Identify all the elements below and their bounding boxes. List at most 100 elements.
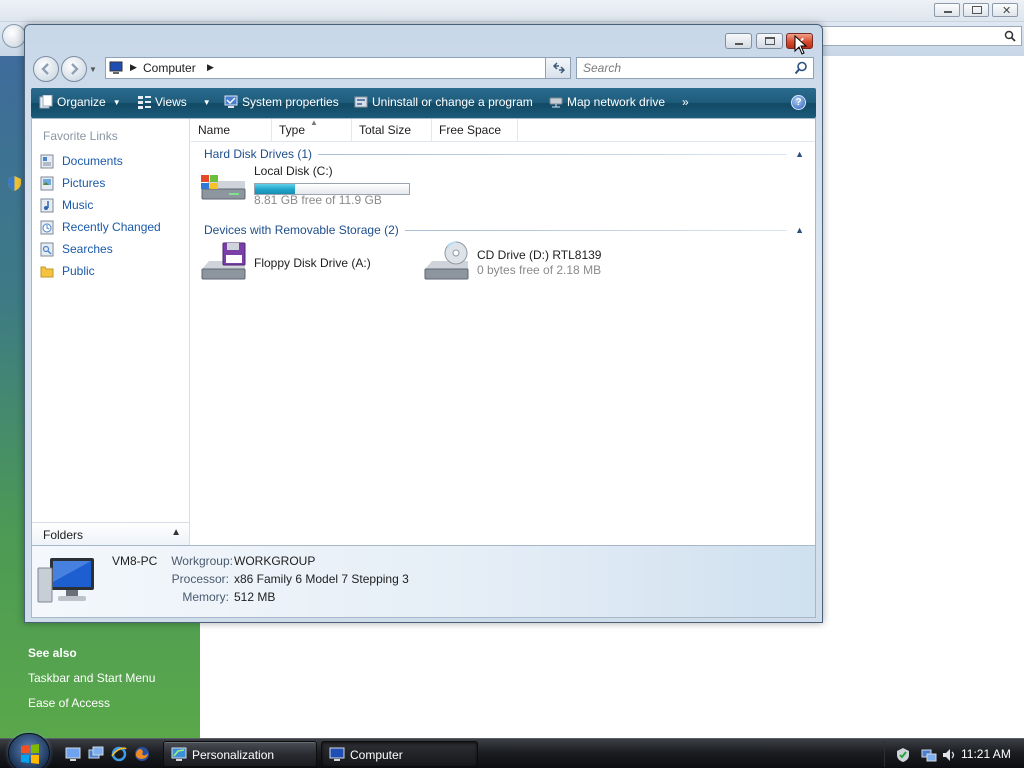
background-close-button[interactable]: ✕ xyxy=(992,3,1018,17)
favorite-link-label: Pictures xyxy=(62,176,106,190)
pictures-icon xyxy=(40,176,54,190)
recent-pages-dropdown[interactable]: ▼ xyxy=(89,65,97,74)
hard-drive-icon xyxy=(199,163,249,205)
taskbar-start-menu-link[interactable]: Taskbar and Start Menu xyxy=(28,671,155,685)
background-minimize-button[interactable] xyxy=(934,3,960,17)
drive-name: Floppy Disk Drive (A:) xyxy=(254,256,371,270)
minimize-icon xyxy=(735,43,743,45)
maximize-button[interactable] xyxy=(756,33,783,49)
drive-item-floppy[interactable]: Floppy Disk Drive (A:) xyxy=(199,241,399,287)
more-commands-button[interactable]: » xyxy=(682,95,689,109)
drive-name: Local Disk (C:) xyxy=(254,164,333,178)
show-desktop-icon[interactable] xyxy=(65,746,81,762)
group-header-hard-disk-drives[interactable]: Hard Disk Drives (1) ▲ xyxy=(204,146,804,162)
address-bar[interactable]: ▶ Computer ▶ ▼ xyxy=(105,57,569,79)
help-icon: ? xyxy=(795,97,802,108)
details-pane: VM8-PC Workgroup: WORKGROUP Processor: x… xyxy=(31,546,816,618)
system-properties-label: System properties xyxy=(242,95,339,109)
cd-drive-icon xyxy=(422,241,472,283)
column-header-label: Type xyxy=(279,123,306,137)
column-header-total-size[interactable]: Total Size xyxy=(352,119,432,142)
maximize-icon xyxy=(765,37,775,45)
processor-value: x86 Family 6 Model 7 Stepping 3 xyxy=(234,572,409,586)
group-divider xyxy=(318,153,788,155)
background-back-button[interactable] xyxy=(2,24,26,48)
computer-window: ✕ ▼ ▶ Computer ▶ ▼ Search Organize▼ View… xyxy=(24,24,823,623)
folder-icon xyxy=(40,266,54,277)
command-toolbar: Organize ▼ Views ▼ System properties Unins… xyxy=(31,88,816,118)
favorite-link-documents[interactable]: Documents xyxy=(38,151,188,171)
arrow-left-icon xyxy=(41,63,49,75)
recently-changed-icon xyxy=(40,220,54,234)
favorite-link-public[interactable]: Public xyxy=(38,261,188,281)
background-maximize-button[interactable] xyxy=(963,3,989,17)
start-button[interactable] xyxy=(8,733,50,768)
clock[interactable]: 11:21 AM xyxy=(961,747,1011,761)
background-titlebar: ✕ xyxy=(0,0,1024,22)
chevron-down-icon: ▼ xyxy=(112,97,121,107)
background-search-box[interactable] xyxy=(820,26,1022,46)
back-button[interactable] xyxy=(33,56,59,82)
favorite-link-label: Music xyxy=(62,198,94,212)
minimize-button[interactable] xyxy=(725,33,752,49)
views-button[interactable]: Views ▼ xyxy=(137,95,211,109)
drive-free-space: 8.81 GB free of 11.9 GB xyxy=(254,193,382,207)
help-button[interactable]: ? xyxy=(791,95,806,110)
system-properties-button[interactable]: System properties xyxy=(224,95,339,109)
refresh-button[interactable] xyxy=(545,57,571,79)
shield-icon xyxy=(8,176,21,191)
search-icon xyxy=(1004,30,1016,42)
group-divider xyxy=(404,229,788,231)
windows-logo-icon xyxy=(21,744,39,764)
favorite-link-searches[interactable]: Searches xyxy=(38,239,188,259)
volume-icon[interactable] xyxy=(941,747,957,763)
group-title: Hard Disk Drives (1) xyxy=(204,147,313,161)
column-header-free-space[interactable]: Free Space xyxy=(432,119,518,142)
organize-label: Organize xyxy=(57,95,106,109)
notification-area: 11:21 AM xyxy=(884,741,1024,767)
sort-ascending-icon: ▲ xyxy=(310,118,318,127)
column-header-name[interactable]: Name xyxy=(191,119,272,142)
favorite-link-label: Recently Changed xyxy=(62,220,161,234)
breadcrumb-chevron-icon[interactable]: ▶ xyxy=(130,62,137,73)
favorite-link-recently-changed[interactable]: Recently Changed xyxy=(38,217,188,237)
drive-item-local-disk[interactable]: Local Disk (C:) 8.81 GB free of 11.9 GB xyxy=(199,163,419,209)
folders-toggle[interactable]: Folders ▲ xyxy=(32,522,189,545)
network-icon[interactable] xyxy=(921,747,937,763)
ease-of-access-link[interactable]: Ease of Access xyxy=(28,696,110,710)
search-box[interactable]: Search xyxy=(576,57,814,79)
group-header-removable-storage[interactable]: Devices with Removable Storage (2) ▲ xyxy=(204,222,804,238)
searches-icon xyxy=(40,242,54,256)
map-network-drive-button[interactable]: Map network drive xyxy=(549,95,665,109)
column-headers: Name Type ▲ Total Size Free Space xyxy=(191,118,815,142)
mouse-cursor-icon xyxy=(794,35,808,55)
content-area: Favorite Links Documents Pictures Music … xyxy=(31,118,816,546)
chevron-up-icon: ▲ xyxy=(795,149,804,159)
organize-button[interactable]: Organize ▼ xyxy=(39,95,121,109)
floppy-drive-icon xyxy=(199,241,249,283)
taskbar-button-computer[interactable]: Computer xyxy=(321,741,478,767)
firefox-icon[interactable] xyxy=(134,746,150,762)
computer-icon xyxy=(109,61,123,74)
favorite-link-pictures[interactable]: Pictures xyxy=(38,173,188,193)
computer-icon xyxy=(329,747,345,761)
drive-item-cd[interactable]: CD Drive (D:) RTL8139 0 bytes free of 2.… xyxy=(422,241,622,287)
uninstall-program-button[interactable]: Uninstall or change a program xyxy=(354,95,533,109)
breadcrumb-location[interactable]: Computer xyxy=(143,61,196,75)
switch-windows-icon[interactable] xyxy=(88,746,104,762)
taskbar-button-personalization[interactable]: Personalization xyxy=(163,741,317,767)
views-label: Views xyxy=(155,95,187,109)
favorite-links-heading: Favorite Links xyxy=(43,129,118,143)
breadcrumb-chevron-icon[interactable]: ▶ xyxy=(207,62,214,73)
forward-button[interactable] xyxy=(61,56,87,82)
internet-explorer-icon[interactable] xyxy=(111,746,127,762)
map-network-drive-label: Map network drive xyxy=(567,95,666,109)
group-title: Devices with Removable Storage (2) xyxy=(204,223,399,237)
favorite-link-music[interactable]: Music xyxy=(38,195,188,215)
chevron-down-icon: ▼ xyxy=(202,97,211,107)
taskbar-button-label: Personalization xyxy=(192,748,275,762)
security-center-icon[interactable] xyxy=(895,747,911,763)
taskbar-button-label: Computer xyxy=(350,748,403,762)
arrow-right-icon xyxy=(71,63,79,75)
search-icon[interactable] xyxy=(794,61,808,75)
